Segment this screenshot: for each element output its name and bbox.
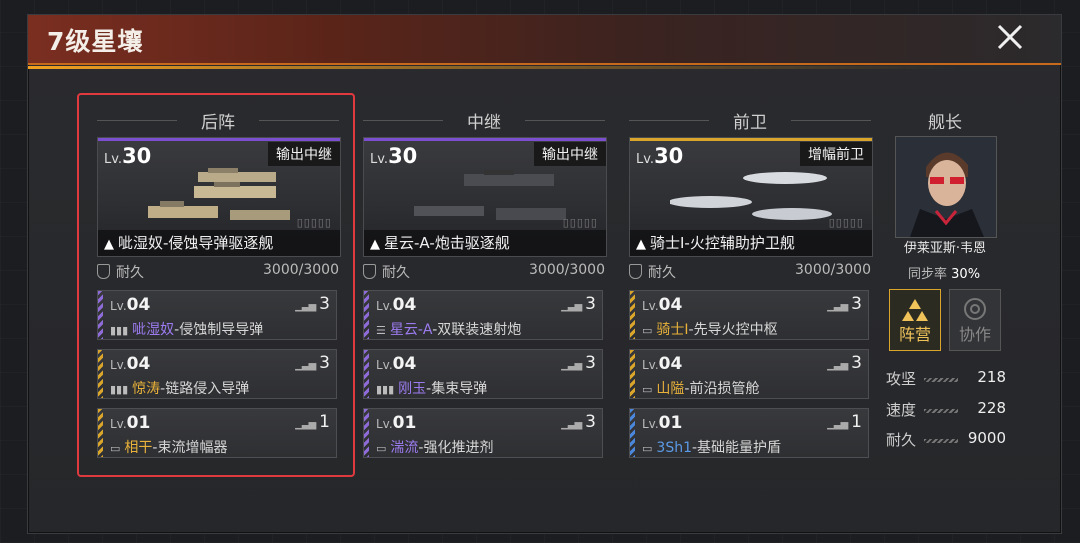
ship-level: Lv.30 <box>370 144 418 168</box>
module-icon: ▭ <box>642 383 653 396</box>
cannon-icon: ☰ <box>376 324 386 337</box>
module-icon: ▭ <box>642 442 653 455</box>
equip-level: Lv.04 <box>376 295 417 315</box>
equip-count: ▁▃▅ 3 <box>827 294 862 314</box>
equip-level: Lv.04 <box>376 354 417 374</box>
ship-art <box>670 172 832 220</box>
column-header-vanguard: 前卫 <box>629 108 871 133</box>
module-icon: ▭ <box>642 324 653 337</box>
column-header-relay: 中继 <box>363 108 605 133</box>
slot-indicator: ▯▯▯▯▯ <box>828 216 864 229</box>
captain-name: 伊莱亚斯·韦恩 <box>903 241 987 256</box>
durability-label: 耐久 <box>648 265 676 281</box>
rarity-strip <box>630 291 635 339</box>
equip-name: ▮▮▮ 刚玉-集束导弹 <box>376 381 488 397</box>
rarity-strip <box>630 350 635 398</box>
camp-label: 阵营 <box>898 325 931 344</box>
equip-name: ☰ 星云-A-双联装速射炮 <box>376 322 522 338</box>
stat-label: 耐久 <box>886 431 917 449</box>
sync-rate: 同步率 30% <box>908 267 981 282</box>
shield-icon <box>363 264 376 279</box>
bars-icon: ▁▃▅ <box>827 360 848 371</box>
column-header-label: 前卫 <box>733 113 767 133</box>
bars-icon: ▁▃▅ <box>561 360 582 371</box>
bars-icon: ▁▃▅ <box>827 419 848 430</box>
equip-count: ▁▃▅ 1 <box>827 412 862 432</box>
ship-art <box>414 170 566 220</box>
coop-label: 协作 <box>958 325 991 344</box>
durability-label: 耐久 <box>382 265 410 281</box>
stat-row: 耐久 9000 <box>886 429 1006 451</box>
missile-icon: ▮▮▮ <box>376 383 395 396</box>
ship-name-bar: ▲ 星云-A-炮击驱逐舰 <box>364 230 606 256</box>
durability-value: 3000/3000 <box>795 262 871 278</box>
rarity-stripe <box>630 138 872 141</box>
durability-row-vanguard: 耐久 3000/3000 <box>629 262 871 282</box>
equip-name: ▭ 山隘-前沿损管舱 <box>642 381 760 397</box>
bars-icon: ▁▃▅ <box>561 419 582 430</box>
equip-slot[interactable]: Lv.01 ▁▃▅ 1 ▭ 3Sh1-基础能量护盾 <box>629 408 869 458</box>
bars-icon: ▁▃▅ <box>827 301 848 312</box>
stat-label: 速度 <box>886 401 917 419</box>
ship-card-relay[interactable]: Lv.30 输出中继 ▯▯▯▯▯ ▲ 星云-A-炮击驱逐舰 <box>363 137 607 257</box>
equip-name: ▭ 3Sh1-基础能量护盾 <box>642 440 782 456</box>
stat-value: 228 <box>977 399 1006 417</box>
equip-name: ▭ 骑士I-先导火控中枢 <box>642 322 778 338</box>
equip-count: ▁▃▅ 3 <box>561 294 596 314</box>
equip-count: ▁▃▅ 3 <box>561 353 596 373</box>
stat-row: 速度 228 <box>886 399 1006 421</box>
rarity-stripe <box>364 138 606 141</box>
bars-icon: ▁▃▅ <box>561 301 582 312</box>
captain-avatar <box>896 137 996 237</box>
captain-header: 舰长 <box>928 113 962 133</box>
selection-highlight <box>77 93 355 477</box>
triangle-icon: ▲ <box>370 237 380 252</box>
durability-row-relay: 耐久 3000/3000 <box>363 262 605 282</box>
ship-role: 增幅前卫 <box>800 142 872 166</box>
equip-count: ▁▃▅ 3 <box>827 353 862 373</box>
stat-label: 攻坚 <box>886 370 917 388</box>
equip-level: Lv.04 <box>642 295 683 315</box>
equip-level: Lv.01 <box>376 413 417 433</box>
camp-button[interactable]: 阵营 <box>889 289 941 351</box>
ship-card-vanguard[interactable]: Lv.30 增幅前卫 ▯▯▯▯▯ ▲ 骑士I-火控辅助护卫舰 <box>629 137 873 257</box>
equip-count: ▁▃▅ 3 <box>561 412 596 432</box>
panel-title: 7级星壤 <box>47 27 144 56</box>
triangle-icon: ▲ <box>636 237 646 252</box>
title-bar: 7级星壤 <box>28 15 1061 69</box>
ship-name: 星云-A-炮击驱逐舰 <box>384 234 510 252</box>
ship-name: 骑士I-火控辅助护卫舰 <box>650 234 795 252</box>
stat-row: 攻坚 218 <box>886 368 1006 390</box>
ship-role: 输出中继 <box>534 142 606 166</box>
target-icon <box>964 298 986 320</box>
equip-name: ▭ 湍流-强化推进剂 <box>376 440 494 456</box>
rarity-strip <box>364 291 369 339</box>
close-icon[interactable] <box>995 22 1025 52</box>
equip-level: Lv.01 <box>642 413 683 433</box>
equip-level: Lv.04 <box>642 354 683 374</box>
stat-value: 218 <box>977 368 1006 386</box>
durability-value: 3000/3000 <box>529 262 605 278</box>
rarity-strip <box>364 350 369 398</box>
shield-icon <box>629 264 642 279</box>
ship-name-bar: ▲ 骑士I-火控辅助护卫舰 <box>630 230 872 256</box>
module-icon: ▭ <box>376 442 387 455</box>
equip-slot[interactable]: Lv.04 ▁▃▅ 3 ▭ 山隘-前沿损管舱 <box>629 349 869 399</box>
captain-portrait[interactable] <box>895 136 997 238</box>
rarity-strip <box>364 409 369 457</box>
equip-slot[interactable]: Lv.04 ▁▃▅ 3 ▭ 骑士I-先导火控中枢 <box>629 290 869 340</box>
slot-indicator: ▯▯▯▯▯ <box>562 216 598 229</box>
equip-slot[interactable]: Lv.04 ▁▃▅ 3 ▮▮▮ 刚玉-集束导弹 <box>363 349 603 399</box>
equip-slot[interactable]: Lv.01 ▁▃▅ 3 ▭ 湍流-强化推进剂 <box>363 408 603 458</box>
stat-value: 9000 <box>967 429 1006 447</box>
coop-button[interactable]: 协作 <box>949 289 1001 351</box>
triforce-icon <box>902 299 928 321</box>
equip-slot[interactable]: Lv.04 ▁▃▅ 3 ☰ 星云-A-双联装速射炮 <box>363 290 603 340</box>
ship-level: Lv.30 <box>636 144 684 168</box>
column-header-label: 中继 <box>467 113 501 133</box>
rarity-strip <box>630 409 635 457</box>
